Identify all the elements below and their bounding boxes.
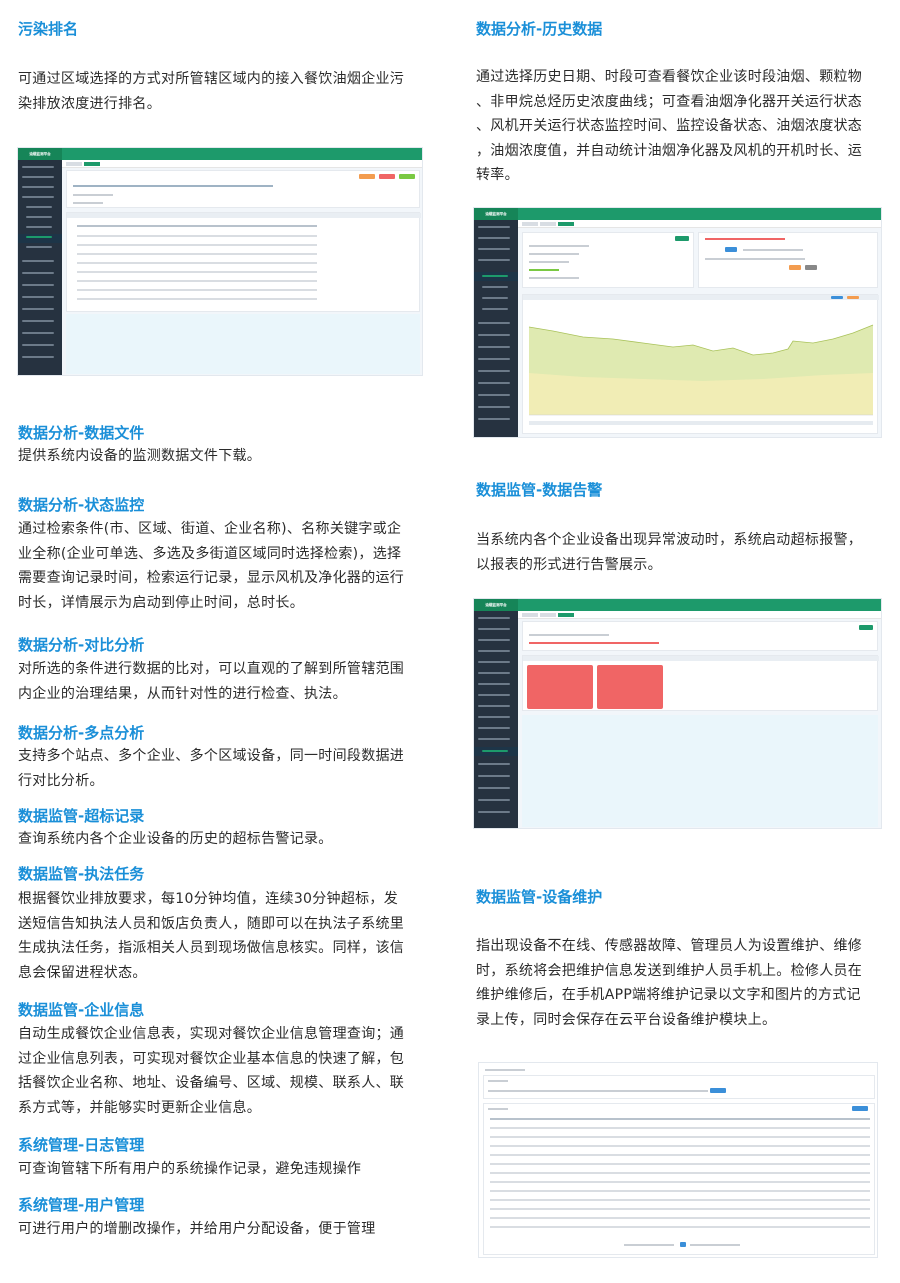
data-alarm-title: 数据监管-数据告警: [476, 481, 603, 499]
status-monitor-title: 数据分析-状态监控: [18, 496, 145, 514]
enforcement-task-title: 数据监管-执法任务: [18, 865, 145, 883]
device-maintenance-desc: 指出现设备不在线、传感器故障、管理员人为设置维护、维修 时，系统将会把维护信息发…: [476, 938, 863, 1028]
pollution-ranking-desc: 可通过区域选择的方式对所管辖区域内的接入餐饮油烟企业污 染排放浓度进行排名。: [18, 71, 405, 112]
enforcement-task-desc: 根据餐饮业排放要求，每10分钟均值，连续30分钟超标，发 送短信告知执法人员和饭…: [18, 891, 405, 981]
data-alarm-desc: 当系统内各个企业设备出现异常波动时，系统启动超标报警， 以报表的形式进行告警展示…: [476, 532, 863, 573]
device-maintenance-screenshot: [478, 1062, 878, 1258]
overstandard-record-title: 数据监管-超标记录: [18, 807, 145, 825]
pollution-ranking-screenshot: 油烟监测平台: [17, 147, 423, 376]
compare-analysis-title: 数据分析-对比分析: [18, 636, 145, 654]
enterprise-info-desc: 自动生成餐饮企业信息表，实现对餐饮企业信息管理查询；通 过企业信息列表，可实现对…: [18, 1026, 405, 1116]
history-data-screenshot: 油烟监测平台: [473, 207, 882, 438]
pollution-ranking-title: 污染排名: [18, 20, 79, 38]
log-management-title: 系统管理-日志管理: [18, 1136, 145, 1154]
device-maintenance-title: 数据监管-设备维护: [476, 888, 603, 906]
status-monitor-desc: 通过检索条件(市、区域、街道、企业名称)、名称关键字或企 业全称(企业可单选、多…: [18, 521, 405, 611]
user-management-desc: 可进行用户的增删改操作，并给用户分配设备，便于管理: [18, 1221, 376, 1237]
multipoint-analysis-desc: 支持多个站点、多个企业、多个区域设备，同一时间段数据进 行对比分析。: [18, 748, 405, 789]
user-management-title: 系统管理-用户管理: [18, 1196, 145, 1214]
multipoint-analysis-title: 数据分析-多点分析: [18, 724, 145, 742]
history-data-title: 数据分析-历史数据: [476, 20, 603, 38]
log-management-desc: 可查询管辖下所有用户的系统操作记录，避免违规操作: [18, 1161, 362, 1177]
data-file-desc: 提供系统内设备的监测数据文件下载。: [18, 448, 262, 464]
history-data-desc: 通过选择历史日期、时段可查看餐饮企业该时段油烟、颗粒物 、非甲烷总烃历史浓度曲线…: [476, 69, 863, 183]
compare-analysis-desc: 对所选的条件进行数据的比对，可以直观的了解到所管辖范围 内企业的治理结果，从而针…: [18, 661, 405, 702]
overstandard-record-desc: 查询系统内各个企业设备的历史的超标告警记录。: [18, 831, 333, 847]
enterprise-info-title: 数据监管-企业信息: [18, 1001, 145, 1019]
data-alarm-screenshot: 油烟监测平台: [473, 598, 882, 829]
data-file-title: 数据分析-数据文件: [18, 424, 145, 442]
history-area-chart: [528, 324, 874, 425]
